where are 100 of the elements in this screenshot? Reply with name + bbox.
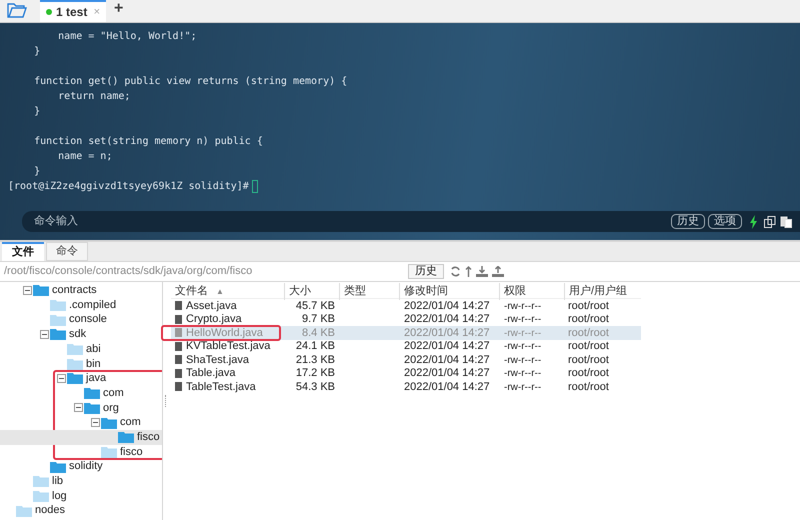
owner: root/root [568,367,609,379]
column-header[interactable]: 文件名 [175,283,208,300]
folder-label[interactable]: nodes [35,502,65,519]
permissions: -rw-r--r-- [504,368,542,379]
file-size: 45.7 KB [296,300,335,312]
folder-label[interactable]: sdk [69,326,86,343]
owner: root/root [568,326,609,338]
folder-label[interactable]: java [86,370,106,387]
command-bar-button[interactable]: 选项 [708,214,742,229]
folder-icon [84,387,100,400]
file-row[interactable]: Asset.java 45.7 KB 2022/01/04 14:27 -rw-r--r-- root/root [171,299,641,312]
download-icon[interactable] [476,266,488,277]
owner: root/root [568,380,609,392]
session-tab[interactable]: 1 test × [40,0,106,22]
modified-time: 2022/01/04 14:27 [404,367,490,379]
folder-icon [33,284,49,296]
owner: root/root [568,313,609,325]
collapse-toggle-icon[interactable] [90,418,100,428]
file-name: ShaTest.java [186,352,249,368]
folder-label[interactable]: org [103,400,119,416]
code-line: name = "Hello, World!"; [57,30,198,44]
up-arrow-icon[interactable] [465,266,472,277]
code-line: } [33,165,42,179]
code-line: } [33,105,42,119]
command-input[interactable]: 命令输入 [34,213,668,230]
refresh-icon[interactable] [450,266,461,277]
folder-label[interactable]: fisco [120,444,143,460]
code-line: } [33,45,42,59]
permissions: -rw-r--r-- [504,382,542,392]
file-size: 8.4 KB [302,326,335,338]
folder-label[interactable]: abi [86,340,101,358]
permissions: -rw-r--r-- [504,354,542,366]
file-size: 9.7 KB [302,313,335,325]
file-row[interactable]: TableTest.java 54.3 KB 2022/01/04 14:27 -rw-r--r-- root/root [171,380,641,394]
folder-icon [118,431,134,444]
folder-icon[interactable] [7,3,27,18]
panel-tab[interactable]: 命令 [46,242,88,261]
sort-arrow-icon[interactable]: ▲ [216,286,224,298]
folder-icon [16,504,32,517]
folder-icon [67,343,83,356]
collapse-toggle-icon[interactable] [56,374,66,383]
code-line: function get() public view returns (string memory) { [33,75,348,89]
modified-time: 2022/01/04 14:27 [404,340,490,352]
lightning-icon[interactable] [749,214,758,228]
folder-label[interactable]: lib [52,473,64,490]
file-row[interactable]: ShaTest.java 21.3 KB 2022/01/04 14:27 -rw-r--r-- root/root [171,353,641,366]
owner: root/root [568,300,609,312]
command-bar-button[interactable]: 历史 [671,214,705,229]
folder-icon [50,314,66,326]
column-header[interactable]: 用户/用户组 [569,283,628,300]
tab-label: 1 test [56,4,88,21]
file-row[interactable]: Table.java 17.2 KB 2022/01/04 14:27 -rw-r--r-- root/root [171,366,641,380]
history-button[interactable]: 历史 [408,264,444,279]
collapse-toggle-icon[interactable] [40,330,48,339]
code-line: name = n; [57,150,114,164]
folder-label[interactable]: contracts [52,282,97,299]
folder-icon [84,402,100,414]
cursor [252,180,258,193]
permissions: -rw-r--r-- [504,314,542,325]
column-header[interactable]: 修改时间 [404,283,448,300]
file-row[interactable]: KVTableTest.java 24.1 KB 2022/01/04 14:27 -rw-r--r-- root/root [171,340,641,353]
column-header[interactable]: 大小 [289,283,311,300]
permissions: -rw-r--r-- [504,328,542,338]
collapse-toggle-icon[interactable] [74,403,82,412]
folder-label[interactable]: com [120,414,141,431]
file-name: TableTest.java [186,380,256,394]
folder-icon [50,299,66,312]
file-size: 54.3 KB [296,380,335,392]
folder-label[interactable]: console [69,311,107,328]
code-line: return name; [57,90,132,104]
folder-icon [50,460,66,473]
owner: root/root [568,340,609,352]
code-line: function set(string memory n) public { [33,135,264,149]
modified-time: 2022/01/04 14:27 [404,300,490,312]
column-header[interactable]: 类型 [344,283,366,300]
command-bar[interactable]: 命令输入 历史 选项 [22,211,800,232]
upload-icon[interactable] [492,266,504,277]
folder-label[interactable]: log [52,488,67,504]
folder-label[interactable]: com [103,384,124,402]
path-text: /root/fisco/console/contracts/sdk/java/org/com/fisco [3,264,254,280]
collapse-toggle-icon[interactable] [22,286,32,295]
folder-icon [67,372,83,384]
folder-label[interactable]: fisco [137,428,160,446]
panel-tab[interactable]: 文件 [2,242,44,261]
column-header[interactable]: 权限 [504,283,526,300]
terminal-area[interactable]: name = "Hello, World!"; } function get() public view returns (string memory) { return name; } function set(string memory n) public { name = n; } [root@iZ2ze4ggivzd1tsyey69k1Z solidity]# 命令输入 历史 选项 [0,23,800,240]
folder-icon [50,328,66,340]
folder-icon [33,490,49,502]
copy-icon[interactable] [764,216,776,228]
file-name: Crypto.java [186,312,242,327]
file-row[interactable]: Crypto.java 9.7 KB 2022/01/04 14:27 -rw-r--r-- root/root [171,312,641,326]
folder-label[interactable]: .compiled [69,296,116,314]
folder-label[interactable]: bin [86,356,101,372]
folder-label[interactable]: solidity [69,458,103,475]
folder-icon [33,475,49,488]
file-size: 21.3 KB [296,354,335,366]
new-tab-button[interactable]: + [114,0,124,21]
file-size: 24.1 KB [296,340,335,352]
shell-prompt: [root@iZ2ze4ggivzd1tsyey69k1Z solidity]# [8,180,249,194]
paste-icon[interactable] [780,216,792,228]
